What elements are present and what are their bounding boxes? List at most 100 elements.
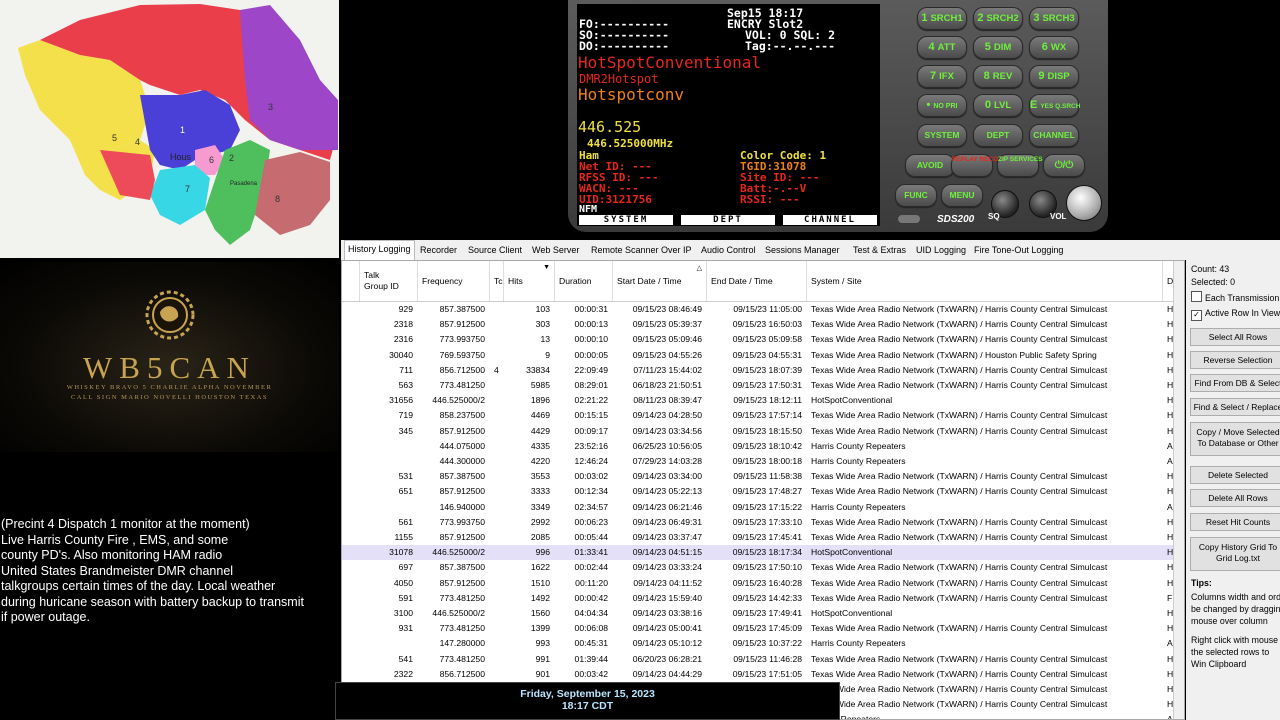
- tab-sessions-manager[interactable]: Sessions Manager: [762, 242, 843, 259]
- header-frequency[interactable]: Frequency: [418, 261, 490, 301]
- description-line: if power outage.: [1, 610, 90, 624]
- scroll-control-knob[interactable]: [1066, 185, 1102, 221]
- copy-history-grid-button[interactable]: Copy History Grid To Grid Log.txt: [1190, 537, 1280, 571]
- sort-desc-icon: ▼: [543, 264, 550, 271]
- cell-tc: 4: [494, 364, 499, 375]
- cell-system-site: Texas Wide Area Radio Network (TxWARN) /…: [811, 592, 1108, 603]
- cell-tgid: [360, 636, 418, 651]
- tab-fire-tone-out[interactable]: Fire Tone-Out Logging: [971, 242, 1066, 259]
- tab-remote-scanner[interactable]: Remote Scanner Over IP: [588, 242, 695, 259]
- table-row[interactable]: 444.300000 4220 12:46:24 07/29/23 14:03:28 0…: [342, 454, 1184, 469]
- table-row[interactable]: 2322 856.712500 901 00:03:42 09/14/23 04:44:…: [342, 667, 1184, 682]
- key-5-dim[interactable]: 5 DIM: [973, 36, 1023, 59]
- key-e-yes-qsrch[interactable]: E YES Q.SRCH: [1029, 94, 1080, 117]
- menu-button[interactable]: MENU: [941, 184, 983, 207]
- reverse-selection-button[interactable]: Reverse Selection: [1190, 351, 1280, 369]
- table-row[interactable]: 591 773.481250 1492 00:00:42 09/14/23 15:59:…: [342, 591, 1184, 606]
- key-9-disp[interactable]: 9 DISP: [1029, 65, 1079, 88]
- cell-hits: 2992: [530, 516, 550, 527]
- tab-uid-logging[interactable]: UID Logging: [913, 242, 969, 259]
- table-row[interactable]: 719 858.237500 4469 00:15:15 09/14/23 04:28:…: [342, 408, 1184, 423]
- tip-line: Win Clipboard: [1191, 659, 1247, 669]
- table-row[interactable]: 1155 857.912500 2085 00:05:44 09/14/23 03:37…: [342, 530, 1184, 545]
- table-row[interactable]: 2316 773.993750 13 00:00:10 09/15/23 05:09:4…: [342, 332, 1184, 347]
- table-row[interactable]: 146.940000 3349 02:34:57 09/14/23 06:21:46 0…: [342, 500, 1184, 515]
- table-row[interactable]: 31656 446.525000/2 1896 02:21:22 08/11/23 08…: [342, 393, 1184, 408]
- table-row[interactable]: 711 856.712500 4 33834 22:09:49 07/11/23 15:4…: [342, 363, 1184, 378]
- find-from-db-button[interactable]: Find From DB & Select: [1190, 374, 1280, 392]
- delete-all-rows-button[interactable]: Delete All Rows: [1190, 489, 1280, 507]
- header-system-site-label: System / Site: [811, 276, 862, 286]
- grid-vertical-scrollbar[interactable]: [1173, 261, 1184, 719]
- key-2-srch2[interactable]: 2 SRCH2: [973, 7, 1023, 30]
- table-row[interactable]: 4050 857.912500 1510 00:11:20 09/14/23 04:11…: [342, 576, 1184, 591]
- key-6-wx[interactable]: 6 WX: [1029, 36, 1079, 59]
- find-replace-button[interactable]: Find & Select / Replace: [1190, 398, 1280, 416]
- table-row[interactable]: 541 773.481250 991 01:39:44 06/20/23 06:28:2…: [342, 652, 1184, 667]
- tip-line: Right click with mouse: [1191, 635, 1279, 645]
- avoid-button[interactable]: AVOID: [905, 154, 955, 177]
- table-row[interactable]: 651 857.912500 3333 00:12:34 09/14/23 05:22:…: [342, 484, 1184, 499]
- key-number: 7: [930, 70, 937, 82]
- table-row[interactable]: 3100 446.525000/2 1560 04:04:34 09/14/23 03:…: [342, 606, 1184, 621]
- header-duration[interactable]: Duration: [555, 261, 613, 301]
- tab-history-logging[interactable]: History Logging: [344, 240, 415, 261]
- key-number: 6: [1041, 41, 1048, 53]
- power-button[interactable]: ⏻/⏻: [1043, 154, 1085, 177]
- logo-subtitle: CALL SIGN MARIO NOVELLI HOUSTON TEXAS: [70, 394, 269, 401]
- history-log-grid[interactable]: Talk Group ID Frequency Tc Hits ▼ Duratio…: [341, 260, 1185, 720]
- tab-test-extras[interactable]: Test & Extras: [850, 242, 909, 259]
- header-tc[interactable]: Tc: [490, 261, 504, 301]
- tab-source-client[interactable]: Source Client: [465, 242, 525, 259]
- header-end-date[interactable]: End Date / Time: [707, 261, 807, 301]
- table-row[interactable]: 563 773.481250 5985 08:29:01 06/18/23 21:50:…: [342, 378, 1184, 393]
- header-system-site[interactable]: System / Site: [807, 261, 1163, 301]
- header-talkgroup-id[interactable]: Talk Group ID: [360, 261, 418, 301]
- cell-tc: [490, 652, 504, 667]
- cell-end: 09/15/23 17:48:27: [732, 486, 802, 497]
- table-row[interactable]: 345 857.912500 4429 00:09:17 09/14/23 03:34:…: [342, 424, 1184, 439]
- key-0-lvl[interactable]: 0 LVL: [973, 94, 1023, 117]
- table-row[interactable]: 147.280000 993 00:45:31 09/14/23 05:10:12 09…: [342, 636, 1184, 651]
- table-row[interactable]: 444.075000 4335 23:52:16 06/25/23 10:56:05 0…: [342, 439, 1184, 454]
- table-row[interactable]: 929 857.387500 103 00:00:31 09/15/23 08:46:4…: [342, 302, 1184, 317]
- tab-web-server[interactable]: Web Server: [529, 242, 582, 259]
- each-transmission-label: Each Transmission: [1205, 293, 1280, 303]
- reset-hit-counts-button[interactable]: Reset Hit Counts: [1190, 513, 1280, 531]
- tab-audio-control[interactable]: Audio Control: [698, 242, 759, 259]
- table-row[interactable]: 931 773.481250 1399 00:06:08 09/14/23 05:00:…: [342, 621, 1184, 636]
- table-row[interactable]: 31078 446.525000/2 996 01:33:41 09/14/23 04:…: [342, 545, 1184, 561]
- key-dot-no-pri[interactable]: • NO PRI: [917, 94, 967, 117]
- tip-line: the selected rows to: [1191, 647, 1270, 657]
- key-3-srch3[interactable]: 3 SRCH3: [1029, 7, 1079, 30]
- zip-services-button[interactable]: ZIP SERVICES: [997, 154, 1043, 177]
- replay-record-button[interactable]: REPLAY RECORD: [951, 154, 1008, 177]
- table-row[interactable]: 531 857.387500 3553 00:03:02 09/14/23 03:34:…: [342, 469, 1184, 484]
- cell-duration: 00:00:10: [574, 334, 608, 345]
- table-row[interactable]: 561 773.993750 2992 00:06:23 09/14/23 06:49:…: [342, 515, 1184, 530]
- cell-system-site: HotSpotConventional: [811, 547, 893, 558]
- func-button[interactable]: FUNC: [895, 184, 937, 207]
- cell-tc: [490, 515, 504, 530]
- active-row-checkbox[interactable]: ✓ Active Row In View: [1191, 308, 1280, 321]
- key-1-srch1[interactable]: 1 SRCH1: [917, 7, 967, 30]
- delete-selected-button[interactable]: Delete Selected: [1190, 466, 1280, 484]
- key-8-rev[interactable]: 8 REV: [973, 65, 1023, 88]
- cell-end: 09/15/23 17:45:41: [732, 532, 802, 542]
- key-4-att[interactable]: 4 ATT: [917, 36, 967, 59]
- each-transmission-checkbox[interactable]: Each Transmission: [1191, 291, 1279, 303]
- key-system[interactable]: SYSTEM: [917, 124, 967, 147]
- key-7-ifx[interactable]: 7 IFX: [917, 65, 967, 88]
- key-dept[interactable]: DEPT: [973, 124, 1023, 147]
- cell-start: 09/15/23 08:46:49: [632, 304, 702, 314]
- key-channel[interactable]: CHANNEL: [1029, 124, 1079, 147]
- copy-move-selected-button[interactable]: Copy / Move Selected To Database or Othe…: [1190, 422, 1280, 456]
- select-all-rows-button[interactable]: Select All Rows: [1190, 328, 1280, 346]
- table-row[interactable]: 2318 857.912500 303 00:00:13 09/15/23 05:39:…: [342, 317, 1184, 332]
- header-start-date[interactable]: Start Date / Time △: [613, 261, 707, 301]
- cell-hits: 1896: [530, 395, 550, 406]
- table-row[interactable]: 30040 769.593750 9 00:00:05 09/15/23 04:55:2…: [342, 348, 1184, 363]
- header-hits[interactable]: Hits ▼: [504, 261, 555, 301]
- tab-recorder[interactable]: Recorder: [417, 242, 460, 259]
- table-row[interactable]: 697 857.387500 1622 00:02:44 09/14/23 03:33:…: [342, 560, 1184, 575]
